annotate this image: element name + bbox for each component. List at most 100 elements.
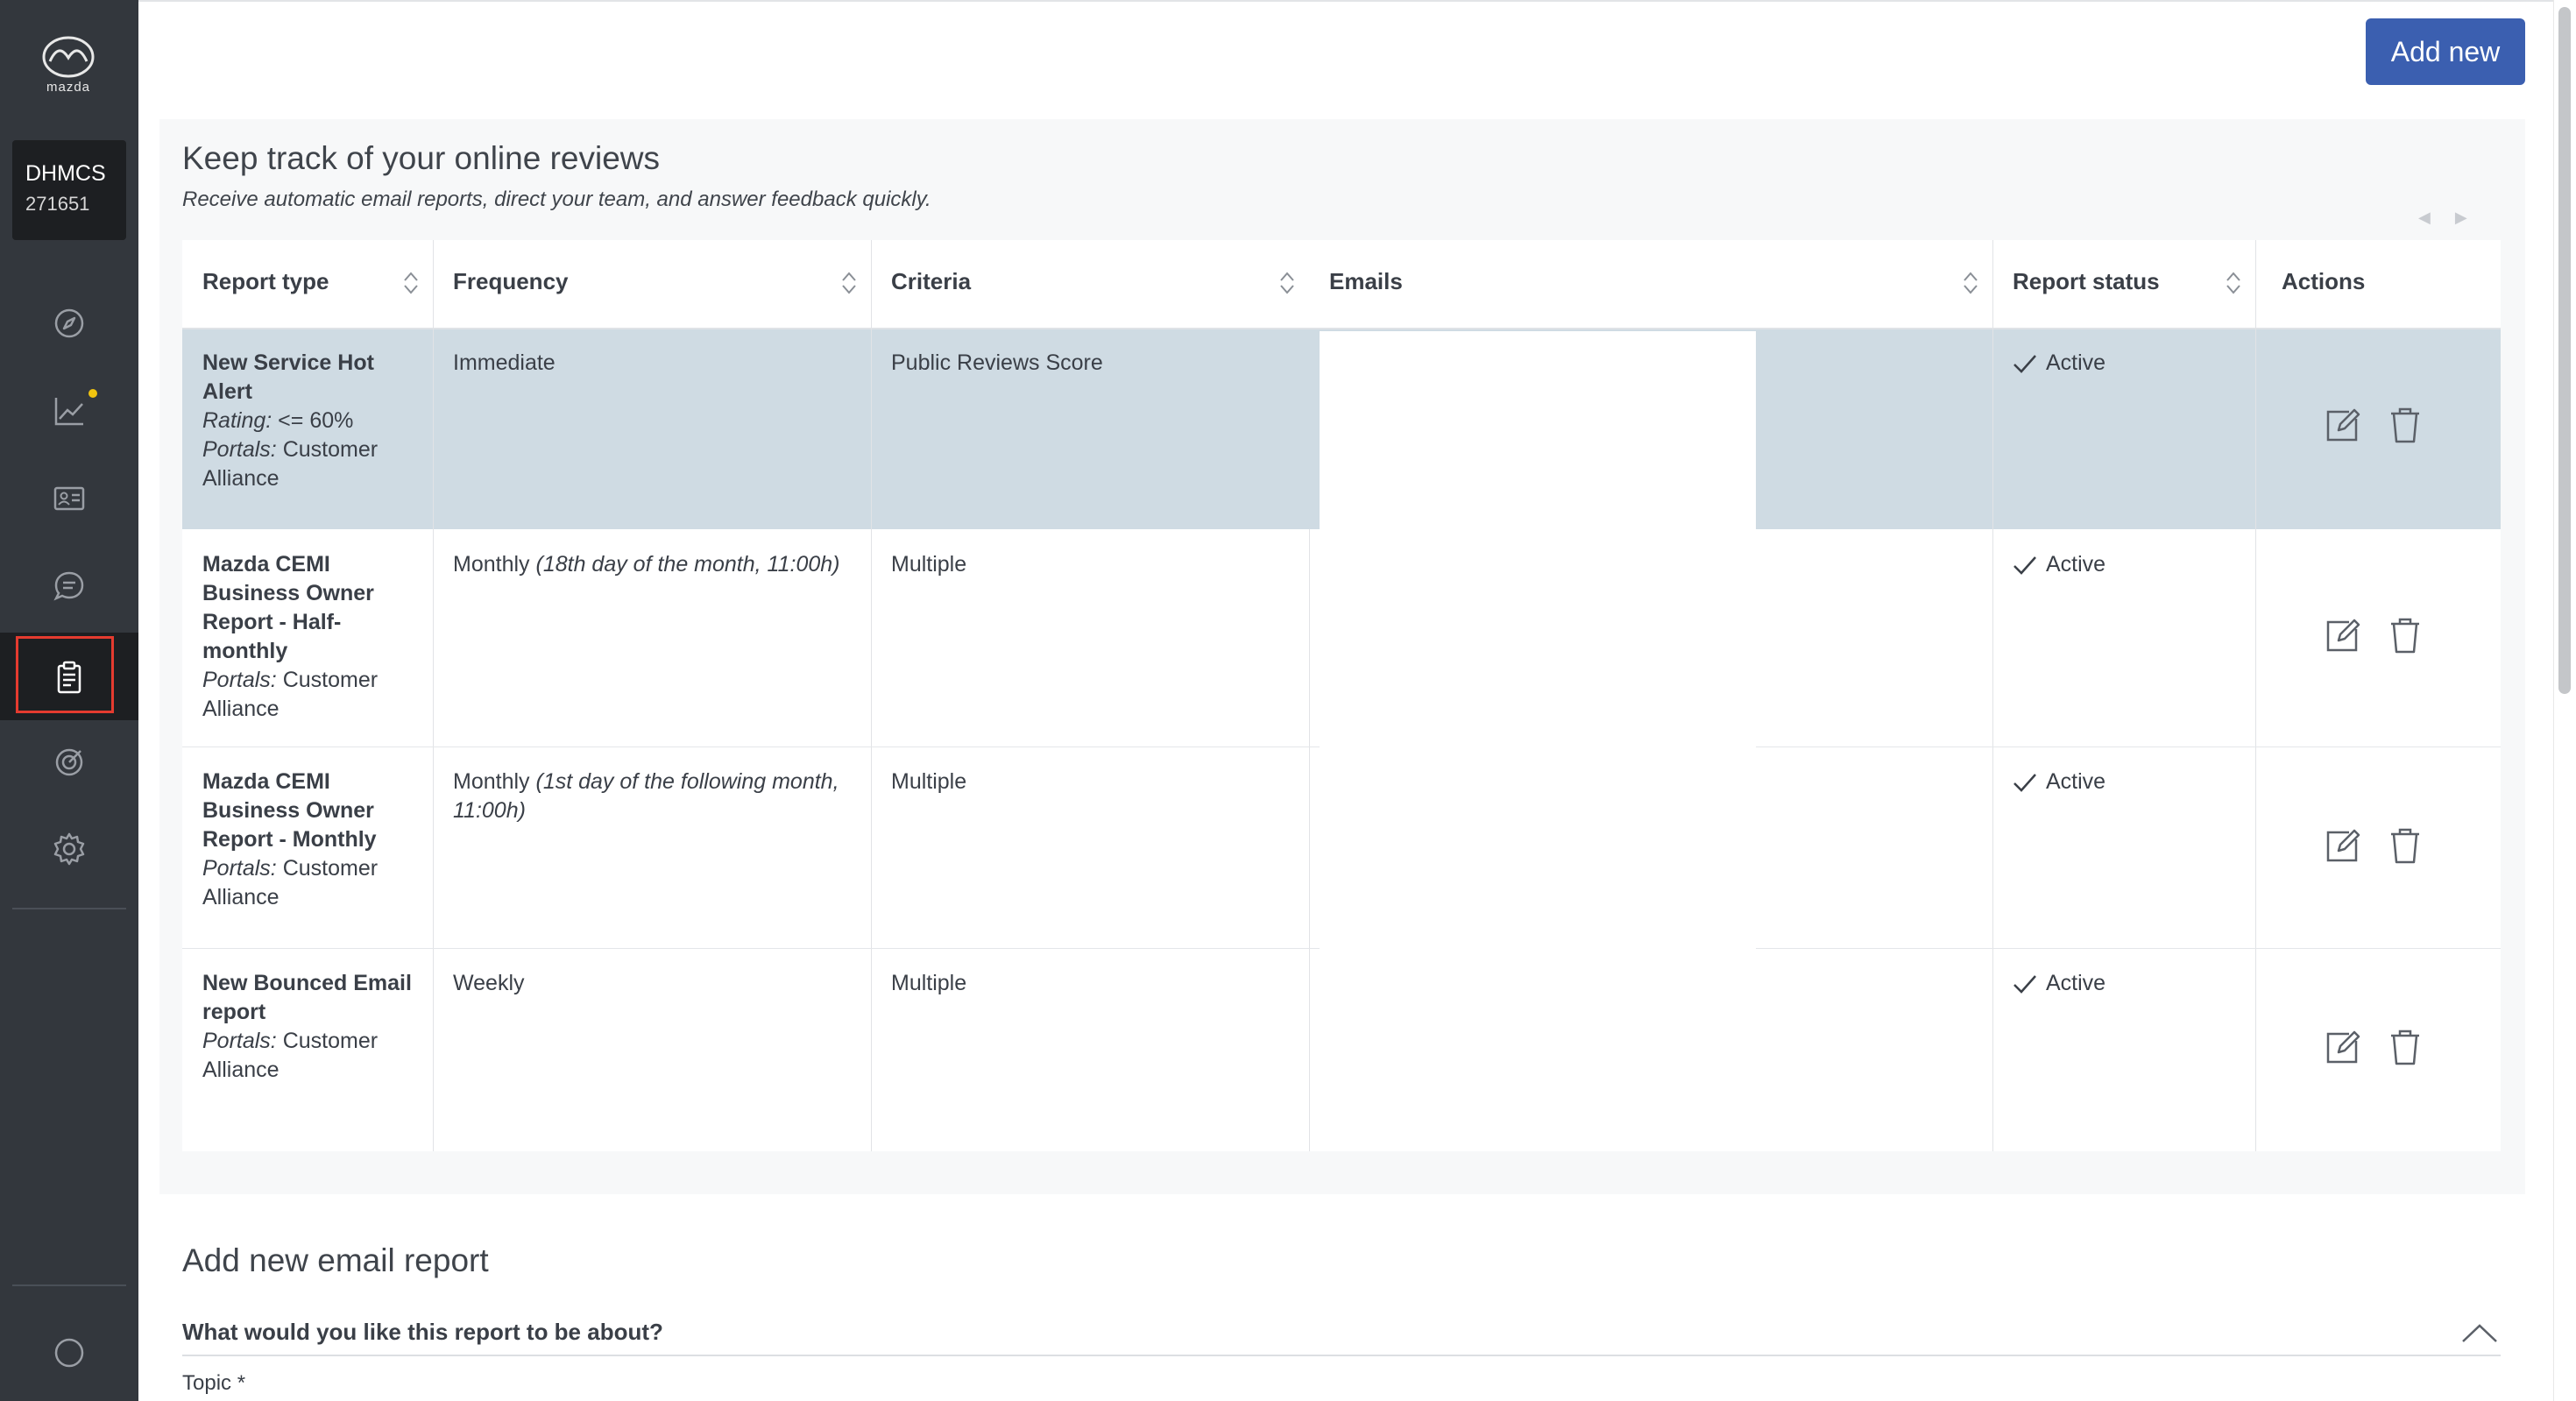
chart-icon	[54, 398, 83, 426]
report-name: New Bounced Email report	[202, 971, 412, 1024]
report-type-cell: Mazda CEMI Business Owner Report - Month…	[182, 746, 433, 948]
table-row[interactable]: New Bounced Email report Portals: Custom…	[182, 948, 2501, 1151]
sort-icon[interactable]	[1277, 270, 1297, 296]
mazda-logo[interactable]: mazda	[33, 35, 103, 100]
status-value: Active	[2046, 769, 2106, 794]
add-report-title: Add new email report	[182, 1242, 489, 1278]
status-value: Active	[2046, 350, 2106, 375]
accordion-question[interactable]: What would you like this report to be ab…	[182, 1319, 663, 1346]
edit-icon[interactable]	[2323, 1029, 2361, 1072]
portals-label: Portals:	[202, 668, 277, 692]
sort-icon[interactable]	[401, 270, 421, 296]
frequency-value: Monthly	[453, 769, 530, 794]
column-label: Report type	[202, 268, 329, 294]
sidebar-item-reports[interactable]	[0, 633, 138, 720]
column-label: Emails	[1329, 268, 1403, 294]
column-header-criteria[interactable]: Criteria	[871, 240, 1309, 328]
frequency-value: Weekly	[453, 971, 525, 995]
actions-cell	[2255, 746, 2501, 948]
frequency-cell: Weekly	[433, 948, 871, 1151]
criteria-cell: Public Reviews Score	[871, 328, 1309, 529]
account-name: DHMCS	[25, 161, 106, 186]
trash-icon[interactable]	[2388, 1029, 2423, 1072]
scrollbar-thumb[interactable]	[2558, 7, 2571, 694]
criteria-value: Multiple	[891, 552, 967, 577]
page-subtitle: Receive automatic email reports, direct …	[182, 188, 931, 211]
topic-label: Topic *	[182, 1371, 246, 1395]
sidebar-item-settings[interactable]	[0, 804, 138, 892]
rating-value: <= 60%	[278, 408, 354, 433]
table-scroll-arrows[interactable]: ◀▶	[2418, 209, 2492, 227]
status-value: Active	[2046, 971, 2106, 995]
sort-icon[interactable]	[839, 270, 859, 296]
report-type-cell: New Bounced Email report Portals: Custom…	[182, 948, 433, 1151]
sidebar-item-analytics[interactable]	[0, 366, 138, 454]
trash-icon[interactable]	[2388, 407, 2423, 449]
profile-icon[interactable]	[52, 1335, 87, 1370]
report-name: New Service Hot Alert	[202, 350, 374, 404]
criteria-value: Multiple	[891, 769, 967, 794]
add-new-button[interactable]: Add new	[2366, 18, 2525, 85]
criteria-cell: Multiple	[871, 746, 1309, 948]
column-header-emails[interactable]: Emails	[1309, 240, 1992, 328]
column-header-report-status[interactable]: Report status	[1992, 240, 2255, 328]
column-label: Actions	[2282, 268, 2366, 294]
edit-icon[interactable]	[2323, 617, 2361, 660]
column-header-actions: Actions	[2255, 240, 2501, 328]
top-border	[138, 0, 2553, 2]
compass-icon	[54, 308, 84, 338]
check-icon	[2013, 556, 2036, 576]
status-cell: Active	[1992, 746, 2255, 948]
column-label: Report status	[2013, 268, 2160, 294]
status-cell: Active	[1992, 948, 2255, 1151]
frequency-cell: Monthly (1st day of the following month,…	[433, 746, 871, 948]
trash-icon[interactable]	[2388, 617, 2423, 660]
actions-cell	[2255, 328, 2501, 529]
sort-icon[interactable]	[2224, 270, 2243, 296]
status-cell: Active	[1992, 529, 2255, 746]
portals-label: Portals:	[202, 1029, 277, 1053]
account-number: 271651	[25, 193, 90, 215]
table-row[interactable]: Mazda CEMI Business Owner Report - Month…	[182, 746, 2501, 948]
edit-icon[interactable]	[2323, 407, 2361, 449]
reports-table: Report type Frequency Criteria Emails Re…	[182, 240, 2501, 1151]
table-row[interactable]: Mazda CEMI Business Owner Report - Half-…	[182, 529, 2501, 746]
portals-label: Portals:	[202, 437, 277, 462]
column-label: Criteria	[891, 268, 972, 294]
page-title: Keep track of your online reviews	[182, 140, 660, 176]
frequency-value: Monthly	[453, 552, 530, 577]
sidebar-item-dashboard[interactable]	[0, 279, 138, 366]
sort-icon[interactable]	[1961, 270, 1980, 296]
frequency-value: Immediate	[453, 350, 556, 375]
rating-label: Rating:	[202, 408, 272, 433]
table-row[interactable]: New Service Hot Alert Rating: <= 60% Por…	[182, 328, 2501, 529]
table-header: Report type Frequency Criteria Emails Re…	[182, 240, 2501, 329]
sidebar-item-contacts[interactable]	[0, 454, 138, 541]
check-icon	[2013, 355, 2036, 374]
column-header-frequency[interactable]: Frequency	[433, 240, 871, 328]
sidebar-item-goals[interactable]	[0, 717, 138, 804]
report-type-cell: New Service Hot Alert Rating: <= 60% Por…	[182, 328, 433, 529]
column-header-report-type[interactable]: Report type	[182, 240, 433, 328]
notification-dot	[88, 389, 97, 398]
criteria-cell: Multiple	[871, 948, 1309, 1151]
column-label: Frequency	[453, 268, 569, 294]
logo-text: mazda	[46, 80, 91, 95]
report-name: Mazda CEMI Business Owner Report - Half-…	[202, 552, 374, 663]
frequency-cell: Monthly (18th day of the month, 11:00h)	[433, 529, 871, 746]
trash-icon[interactable]	[2388, 827, 2423, 870]
check-icon	[2013, 774, 2036, 793]
criteria-cell: Multiple	[871, 529, 1309, 746]
sidebar-item-reviews[interactable]	[0, 541, 138, 629]
actions-cell	[2255, 948, 2501, 1151]
status-value: Active	[2046, 552, 2106, 577]
actions-cell	[2255, 529, 2501, 746]
edit-icon[interactable]	[2323, 827, 2361, 870]
account-switcher[interactable]: DHMCS 271651	[12, 140, 126, 240]
sidebar-divider	[12, 1284, 126, 1286]
criteria-value: Multiple	[891, 971, 967, 995]
report-type-cell: Mazda CEMI Business Owner Report - Half-…	[182, 529, 433, 746]
chat-icon	[53, 571, 84, 601]
frequency-cell: Immediate	[433, 328, 871, 529]
chevron-up-icon[interactable]	[2460, 1321, 2499, 1344]
